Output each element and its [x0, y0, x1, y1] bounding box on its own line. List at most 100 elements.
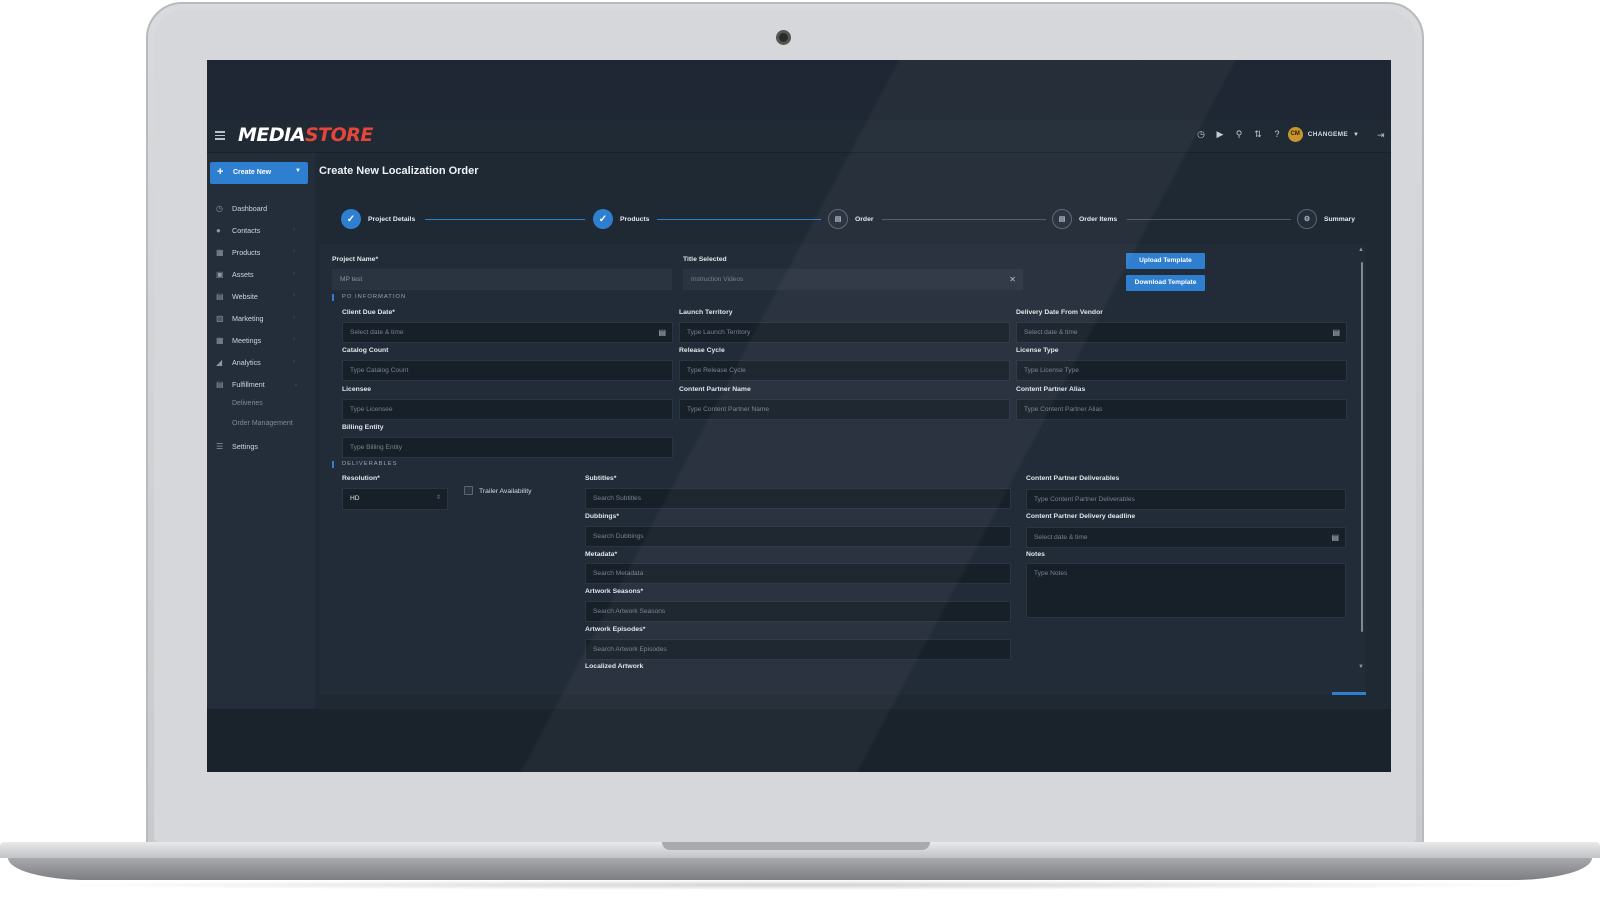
chevron-right-icon: ›	[293, 292, 296, 299]
chevron-down-icon: ▼	[295, 168, 301, 174]
artwork-episodes-label: Artwork Episodes*	[585, 626, 646, 633]
release-cycle-input[interactable]: Type Release Cycle	[679, 360, 1010, 381]
resolution-select[interactable]: HD ⇕	[342, 488, 448, 510]
close-icon[interactable]: ✕	[1009, 270, 1016, 289]
title-selected-label: Title Selected	[683, 256, 727, 263]
upload-template-button[interactable]: Upload Template	[1126, 253, 1205, 269]
step-order[interactable]: ▤ Order	[828, 209, 874, 229]
title-selected-input[interactable]: Instruction Videos ✕	[683, 269, 1023, 290]
chevron-down-icon: ▼	[1353, 131, 1359, 138]
sidebar-item-assets[interactable]: ▣ Assets ›	[207, 263, 315, 285]
sidebar-item-products[interactable]: ▦ Products ›	[207, 241, 315, 263]
client-due-date-input[interactable]: Select date & time ▤	[342, 322, 673, 343]
sidebar-item-settings[interactable]: ☰ Settings	[207, 435, 315, 457]
license-type-input[interactable]: Type License Type	[1016, 360, 1347, 381]
delivery-date-vendor-input[interactable]: Select date & time ▤	[1016, 322, 1347, 343]
analytics-icon: ◢	[216, 358, 223, 367]
project-name-input[interactable]: MP test	[332, 269, 672, 290]
billing-entity-input[interactable]: Type Billing Entity	[342, 437, 673, 458]
download-template-button[interactable]: Download Template	[1126, 275, 1205, 291]
chevron-right-icon: ›	[293, 358, 296, 365]
mediastore-logo[interactable]: MEDIASTORE	[238, 124, 373, 148]
sidebar-item-dashboard[interactable]: ◷ Dashboard	[207, 197, 315, 219]
deliverables-section: DELIVERABLES	[332, 461, 398, 468]
subtitles-label: Subtitles*	[585, 475, 617, 482]
scroll-up-icon[interactable]: ▲	[1358, 247, 1364, 253]
transfer-icon[interactable]: ⇅	[1253, 129, 1263, 139]
content-partner-name-input[interactable]: Type Content Partner Name	[679, 399, 1010, 420]
products-icon: ▦	[216, 248, 224, 257]
sidebar-subitem-order-management[interactable]: Order Management	[207, 415, 315, 435]
content-partner-deadline-label: Content Partner Delivery deadline	[1026, 513, 1136, 520]
user-menu[interactable]: CM CHANGEME ▼	[1287, 127, 1359, 142]
clock-icon[interactable]: ◷	[1196, 129, 1206, 139]
sidebar-subitem-deliveries[interactable]: Deliveries	[207, 395, 315, 415]
artwork-episodes-input[interactable]: Search Artwork Episodes	[585, 639, 1011, 660]
contacts-icon: ●	[216, 226, 221, 235]
sidebar-item-contacts[interactable]: ● Contacts ›	[207, 219, 315, 241]
chevron-right-icon: ›	[293, 336, 296, 343]
sidebar-item-fulfillment[interactable]: ▤ Fulfillment ⌄	[207, 373, 315, 395]
step-order-items[interactable]: ▤ Order Items	[1052, 209, 1117, 229]
logout-icon[interactable]: ⇥	[1377, 130, 1387, 140]
content-partner-alias-input[interactable]: Type Content Partner Alias	[1016, 399, 1347, 420]
scroll-down-icon[interactable]: ▼	[1358, 664, 1364, 670]
meetings-icon: ▦	[216, 336, 224, 345]
gear-icon: ⚙	[1297, 209, 1317, 229]
licensee-input[interactable]: Type Licensee	[342, 399, 673, 420]
dashboard-icon: ◷	[216, 204, 223, 213]
sidebar-item-analytics[interactable]: ◢ Analytics ›	[207, 351, 315, 373]
check-icon: ✓	[341, 209, 361, 229]
content-partner-name-label: Content Partner Name	[679, 386, 751, 393]
metadata-input[interactable]: Search Metadata	[585, 563, 1011, 584]
license-type-label: License Type	[1016, 347, 1059, 354]
chevron-right-icon: ›	[293, 248, 296, 255]
list-icon: ▤	[1052, 209, 1072, 229]
marketing-icon: ▨	[216, 314, 224, 323]
topbar: MEDIASTORE ◷ ▶ ⚲ ⇅ ? ❋ CM CHANGEME ▼ ⇥	[207, 120, 1391, 153]
play-icon[interactable]: ▶	[1215, 129, 1225, 139]
catalog-count-label: Catalog Count	[342, 347, 389, 354]
localized-artwork-label: Localized Artwork	[585, 663, 644, 670]
calendar-icon[interactable]: ▤	[658, 323, 666, 342]
step-summary[interactable]: ⚙ Summary	[1297, 209, 1355, 229]
content-partner-deliverables-input[interactable]: Type Content Partner Deliverables	[1026, 489, 1346, 510]
chevron-right-icon: ›	[293, 226, 296, 233]
hamburger-menu-icon[interactable]	[215, 131, 225, 140]
licensee-label: Licensee	[342, 386, 372, 393]
step-products[interactable]: ✓ Products	[593, 209, 649, 229]
dubbings-input[interactable]: Search Dubbings	[585, 526, 1011, 547]
create-new-button[interactable]: + Create New ▼	[210, 162, 308, 184]
calendar-icon[interactable]: ▤	[1331, 528, 1339, 547]
content-partner-deadline-input[interactable]: Select date & time ▤	[1026, 527, 1346, 548]
content-partner-alias-label: Content Partner Alias	[1016, 386, 1086, 393]
main-content: Create New Localization Order ✓ Project …	[315, 153, 1391, 709]
trailer-availability-checkbox[interactable]	[464, 486, 473, 495]
subtitles-input[interactable]: Search Subtitles	[585, 488, 1011, 509]
scrollbar-thumb[interactable]	[1361, 262, 1363, 632]
select-arrows-icon: ⇕	[435, 495, 441, 501]
notes-textarea[interactable]: Type Notes	[1026, 563, 1346, 618]
search-icon[interactable]: ⚲	[1234, 129, 1244, 139]
step-project-details[interactable]: ✓ Project Details	[341, 209, 415, 229]
scrollbar[interactable]: ▲ ▼	[1358, 247, 1364, 674]
chevron-right-icon: ›	[293, 270, 296, 277]
calendar-icon[interactable]: ▤	[1332, 323, 1340, 342]
launch-territory-input[interactable]: Type Launch Territory	[679, 322, 1010, 343]
sidebar-item-meetings[interactable]: ▦ Meetings ›	[207, 329, 315, 351]
help-icon[interactable]: ?	[1272, 129, 1282, 139]
stepper: ✓ Project Details ✓ Products ▤ Order ▤ O…	[319, 192, 1366, 244]
catalog-count-input[interactable]: Type Catalog Count	[342, 360, 673, 381]
sidebar-item-marketing[interactable]: ▨ Marketing ›	[207, 307, 315, 329]
check-icon: ✓	[593, 209, 613, 229]
notes-label: Notes	[1026, 551, 1045, 558]
chevron-right-icon: ›	[293, 314, 296, 321]
sliders-icon: ☰	[216, 442, 224, 451]
metadata-label: Metadata*	[585, 551, 618, 558]
page-title: Create New Localization Order	[319, 165, 479, 177]
artwork-seasons-input[interactable]: Search Artwork Seasons	[585, 601, 1011, 622]
laptop-base	[0, 842, 1600, 892]
billing-entity-label: Billing Entity	[342, 424, 384, 431]
order-icon: ▤	[828, 209, 848, 229]
sidebar-item-website[interactable]: ▤ Website ›	[207, 285, 315, 307]
